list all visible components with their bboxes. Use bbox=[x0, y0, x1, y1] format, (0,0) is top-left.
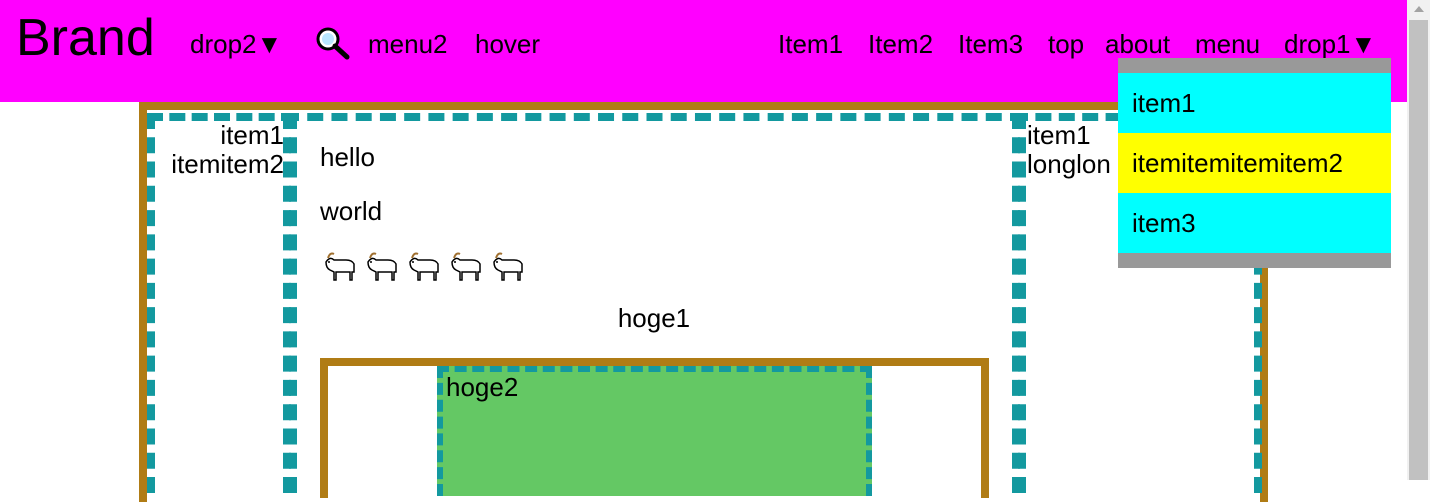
hoge1-heading: hoge1 bbox=[617, 303, 691, 333]
nav-item2[interactable]: Item2 bbox=[868, 31, 933, 57]
goat-icon bbox=[367, 252, 397, 281]
nav-hover[interactable]: hover bbox=[475, 31, 540, 57]
nav-drop2[interactable]: drop2▼ bbox=[190, 31, 282, 57]
dropdown-item-item3[interactable]: item3 bbox=[1118, 193, 1391, 253]
nav-menu[interactable]: menu bbox=[1195, 31, 1260, 57]
goat-icon bbox=[325, 252, 355, 281]
brand-logo[interactable]: Brand bbox=[16, 12, 155, 64]
right-sidebar-item[interactable]: item1 bbox=[1027, 121, 1127, 150]
dropdown-item-item1[interactable]: item1 bbox=[1118, 73, 1391, 133]
drop1-dropdown-menu: item1 itemitemitemitem2 item3 bbox=[1118, 58, 1391, 268]
nav-about[interactable]: about bbox=[1105, 31, 1170, 57]
nav-item1[interactable]: Item1 bbox=[778, 31, 843, 57]
world-text: world bbox=[320, 196, 383, 226]
right-sidebar-item[interactable]: longlon bbox=[1027, 150, 1127, 179]
dropdown-item-item2[interactable]: itemitemitemitem2 bbox=[1118, 133, 1391, 193]
goat-icon bbox=[451, 252, 481, 281]
goat-row bbox=[322, 248, 526, 284]
hello-text: hello bbox=[320, 142, 375, 172]
hoge2-text: hoge2 bbox=[446, 372, 519, 402]
nav-menu2[interactable]: menu2 bbox=[368, 31, 448, 57]
nav-item3[interactable]: Item3 bbox=[958, 31, 1023, 57]
nav-top[interactable]: top bbox=[1048, 31, 1084, 57]
left-sidebar-item[interactable]: itemitem2 bbox=[155, 150, 284, 179]
goat-icon bbox=[493, 252, 523, 281]
scroll-up-arrow-icon[interactable] bbox=[1407, 0, 1430, 18]
vertical-scrollbar[interactable] bbox=[1407, 0, 1430, 480]
left-sidebar-item[interactable]: item1 bbox=[155, 121, 284, 150]
right-sidebar-list: item1 longlon bbox=[1027, 121, 1127, 179]
search-icon[interactable] bbox=[314, 26, 350, 60]
goat-icon bbox=[409, 252, 439, 281]
nav-drop1[interactable]: drop1▼ bbox=[1284, 31, 1376, 57]
scrollbar-thumb[interactable] bbox=[1409, 20, 1428, 480]
left-sidebar-list: item1 itemitem2 bbox=[155, 121, 284, 179]
